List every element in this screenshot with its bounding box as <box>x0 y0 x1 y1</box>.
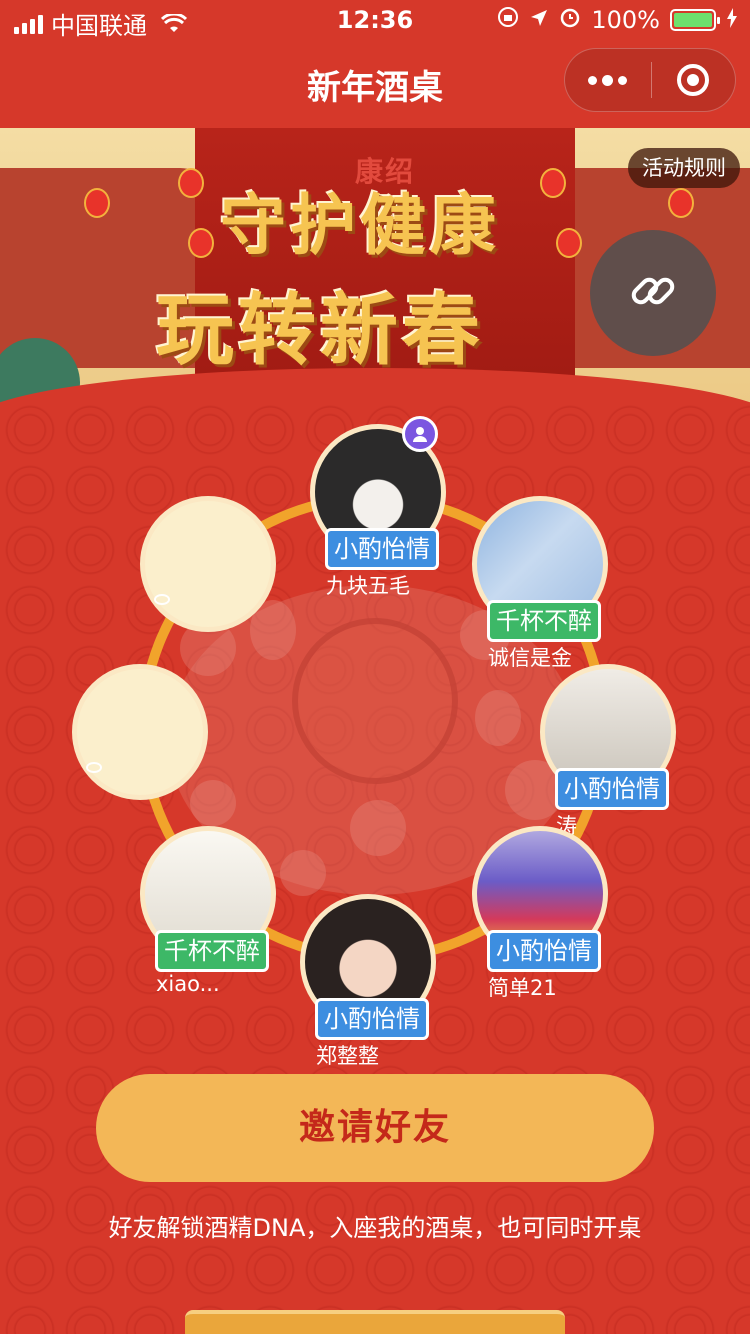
chat-bubble-icon <box>86 762 102 773</box>
user-name: xiao... <box>156 972 220 996</box>
status-right: 100% <box>497 6 738 34</box>
empty-seat[interactable] <box>140 496 276 632</box>
user-name: 郑整整 <box>316 1044 379 1068</box>
invite-friends-button[interactable]: 邀请好友 <box>96 1074 654 1182</box>
seat-guest[interactable]: 小酌怡情 郑整整 <box>300 894 436 1068</box>
activity-rules-button[interactable]: 活动规则 <box>628 148 740 188</box>
slogan-line-2: 玩转新春 <box>155 285 484 376</box>
drink-level-tag: 小酌怡情 <box>487 930 601 972</box>
share-link-button[interactable] <box>590 230 716 356</box>
drink-level-tag: 千杯不醉 <box>487 600 601 642</box>
seat-guest[interactable]: 千杯不醉 xiao... <box>140 826 276 996</box>
drink-level-tag: 小酌怡情 <box>315 998 429 1040</box>
lantern-icon <box>668 188 694 218</box>
seat-guest[interactable]: 小酌怡情 涛 <box>540 664 676 838</box>
battery-percent: 100% <box>591 6 660 34</box>
dish-plate <box>475 690 521 746</box>
bottom-decoration <box>185 1310 565 1334</box>
miniprogram-capsule <box>564 48 736 112</box>
slogan-line-1: 守护健康 <box>220 186 500 264</box>
close-miniprogram-button[interactable] <box>652 48 736 112</box>
nav-bar: 新年酒桌 <box>0 40 750 128</box>
user-name: 九块五毛 <box>326 574 410 598</box>
empty-seat[interactable] <box>72 664 208 800</box>
charging-icon <box>726 6 738 34</box>
hotpot <box>292 618 458 784</box>
empty-seat-placeholder <box>72 664 208 800</box>
orientation-lock-icon <box>497 6 519 34</box>
dish-plate <box>280 850 326 896</box>
location-icon <box>529 6 549 34</box>
drink-level-tag: 千杯不醉 <box>155 930 269 972</box>
link-icon <box>628 266 678 320</box>
alarm-icon <box>559 6 581 34</box>
target-icon <box>677 64 710 96</box>
host-badge-icon <box>402 416 438 452</box>
dish-plate <box>350 800 406 856</box>
chat-bubble-icon <box>154 594 170 605</box>
invite-hint: 好友解锁酒精DNA，入座我的酒桌，也可同时开桌 <box>108 1214 642 1242</box>
seat-host[interactable]: 小酌怡情 九块五毛 <box>310 416 446 598</box>
user-name: 简单21 <box>488 976 557 1000</box>
seat-guest[interactable]: 小酌怡情 简单21 <box>472 826 608 1000</box>
empty-seat-placeholder <box>140 496 276 632</box>
drink-level-tag: 小酌怡情 <box>325 528 439 570</box>
battery-icon <box>670 9 720 31</box>
drink-level-tag: 小酌怡情 <box>555 768 669 810</box>
seat-guest[interactable]: 千杯不醉 诚信是金 <box>472 496 608 670</box>
more-menu-button[interactable] <box>565 48 651 112</box>
status-bar: 中国联通 12:36 100% <box>0 0 750 40</box>
